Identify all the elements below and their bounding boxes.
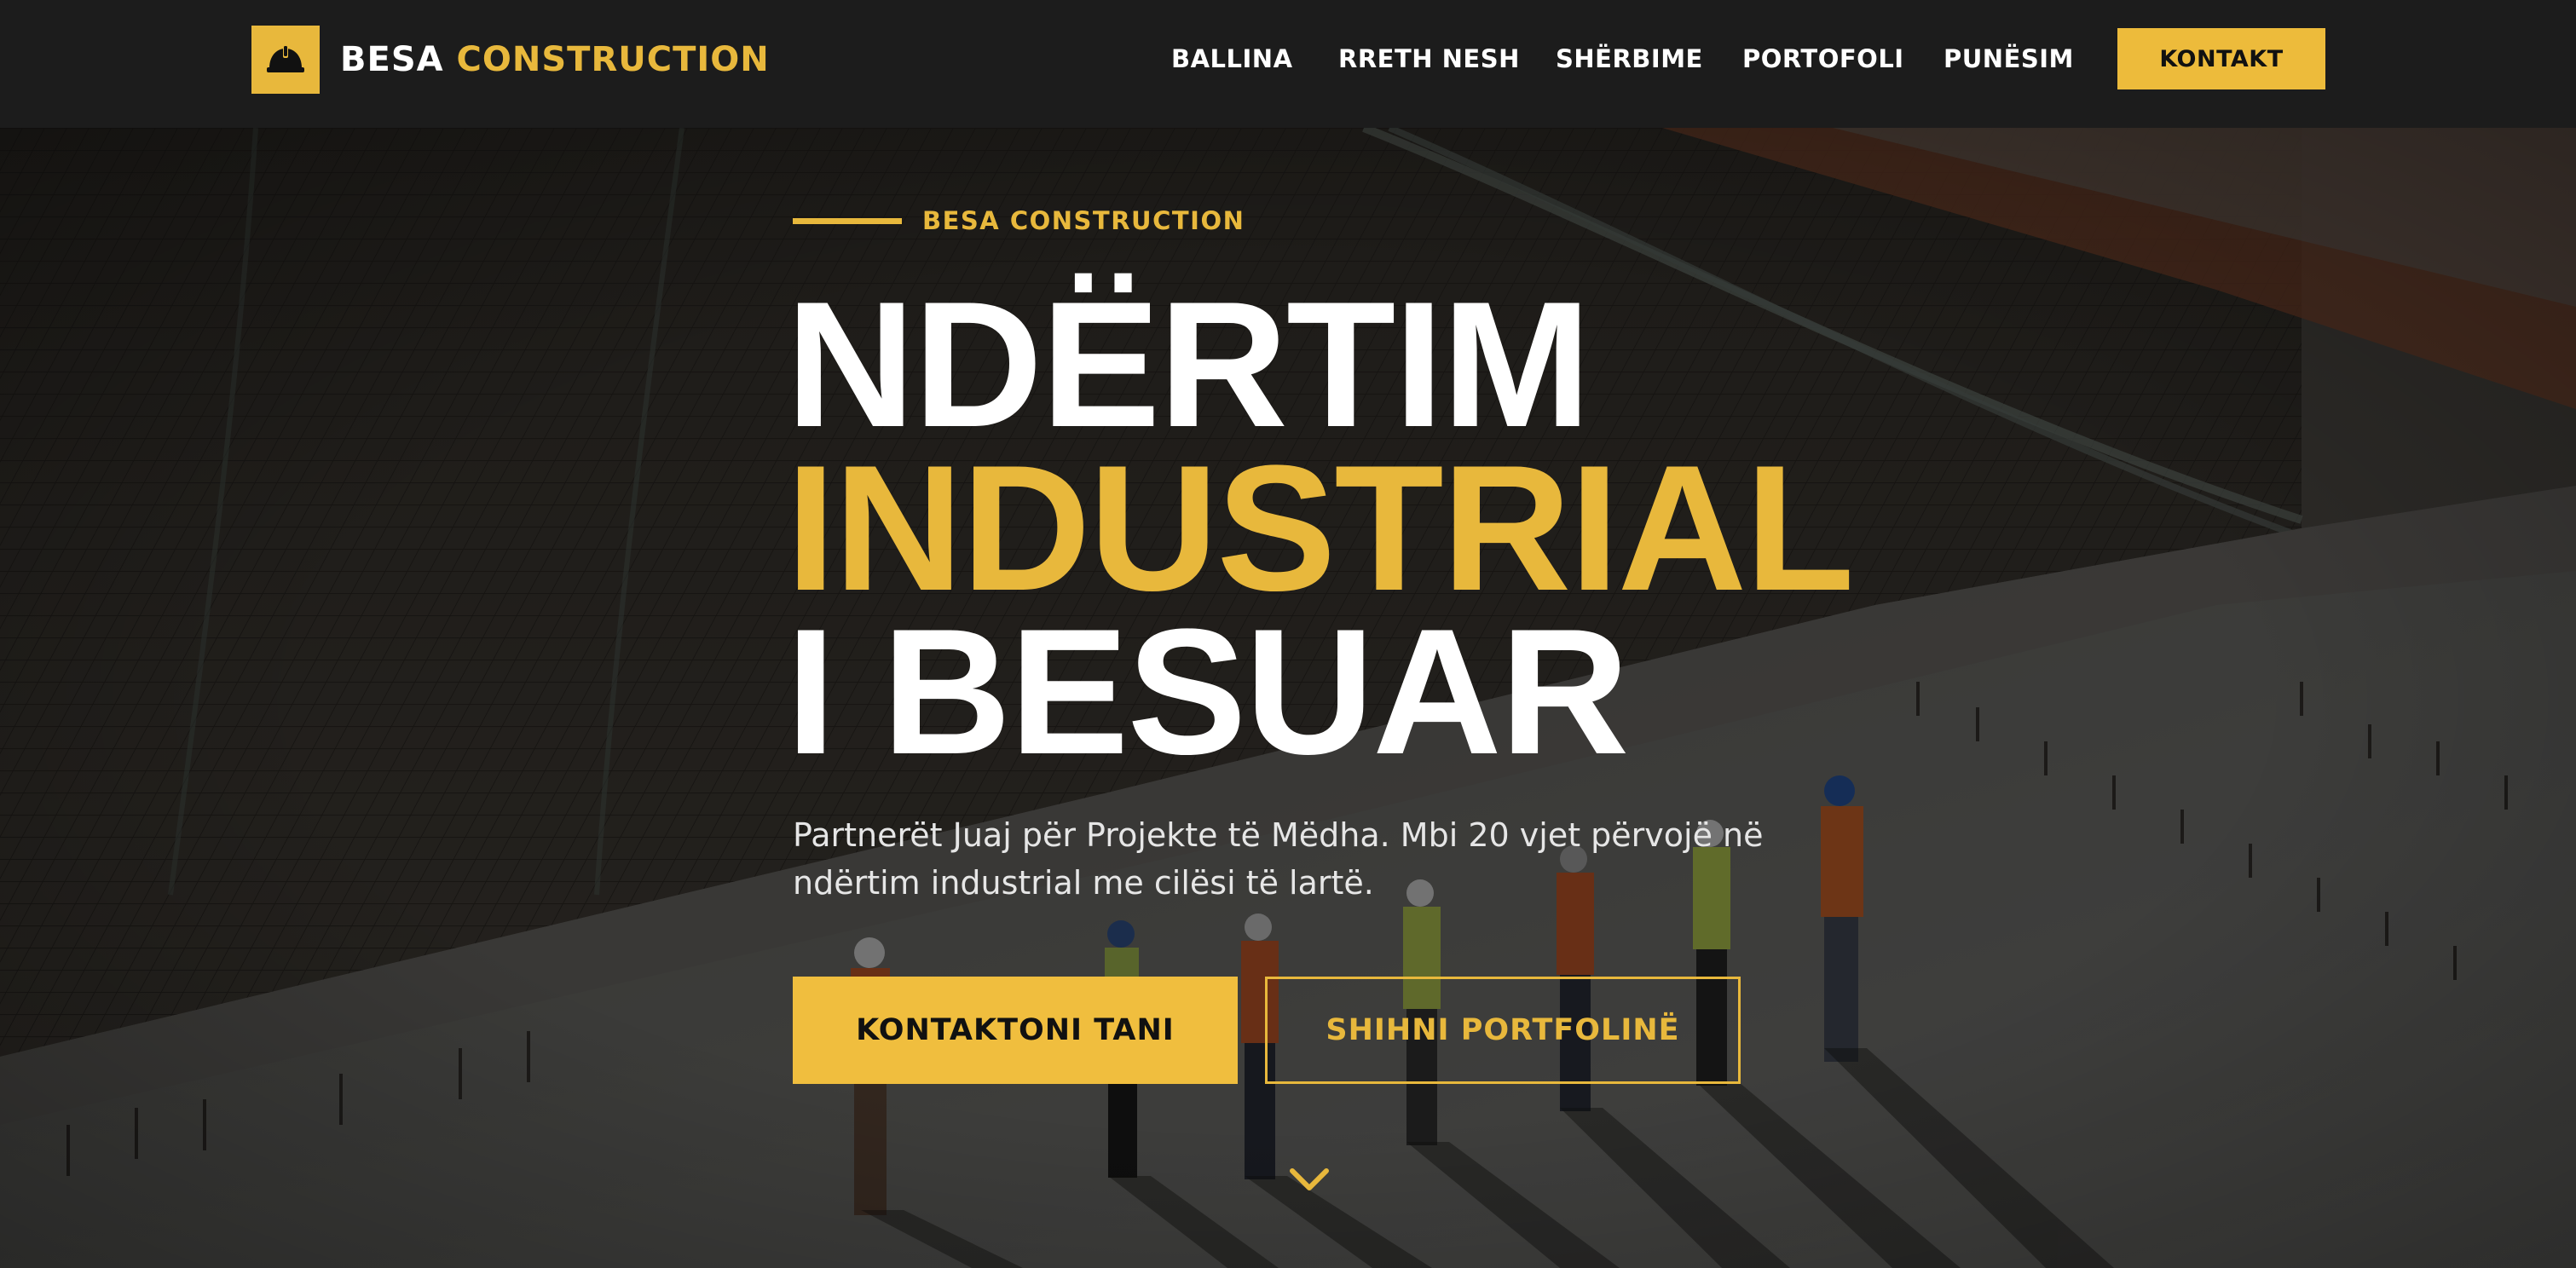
eyebrow-text: BESA CONSTRUCTION — [922, 206, 1245, 235]
page: BESA CONSTRUCTION BALLINA RRETH NESH SHË… — [0, 0, 2576, 1268]
brand-name-part1: BESA — [340, 40, 444, 79]
chevron-down-icon[interactable] — [1287, 1164, 1331, 1195]
contact-now-button[interactable]: KONTAKTONI TANI — [793, 977, 1238, 1084]
hero-subtitle: Partnerët Juaj për Projekte të Mëdha. Mb… — [793, 816, 1764, 902]
hero-title-line2: INDUSTRIAL — [786, 428, 1855, 628]
nav-link-punesim[interactable]: PUNËSIM — [1944, 42, 2074, 76]
nav-link-ballina[interactable]: BALLINA — [1171, 42, 1293, 76]
eyebrow-divider — [793, 217, 902, 224]
nav-link-sherbime[interactable]: SHËRBIME — [1556, 42, 1703, 76]
view-portfolio-button[interactable]: SHIHNI PORTFOLINË — [1265, 977, 1741, 1084]
nav-link-rreth-nesh[interactable]: RRETH NESH — [1338, 42, 1520, 76]
top-navbar: BESA CONSTRUCTION BALLINA RRETH NESH SHË… — [0, 0, 2576, 128]
hero-title-line3: I BESUAR — [786, 591, 1629, 792]
hard-hat-icon — [251, 26, 320, 94]
brand-name: BESA CONSTRUCTION — [340, 40, 770, 79]
hero-eyebrow: BESA CONSTRUCTION — [793, 206, 1245, 235]
contact-button[interactable]: KONTAKT — [2117, 28, 2325, 89]
brand-name-part2: CONSTRUCTION — [456, 40, 770, 79]
hero-title-line1: NDËRTIM — [786, 264, 1591, 464]
brand-logo-link[interactable]: BESA CONSTRUCTION — [251, 25, 770, 95]
nav-link-portofoli[interactable]: PORTOFOLI — [1742, 42, 1904, 76]
